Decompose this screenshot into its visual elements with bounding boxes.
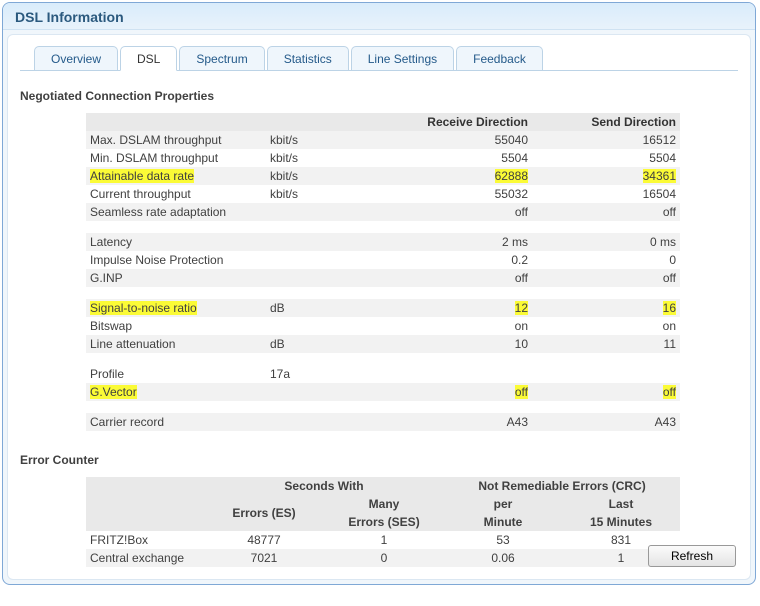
- prop-unit: dB: [266, 335, 382, 353]
- tabs-bar: OverviewDSLSpectrumStatisticsLine Settin…: [20, 45, 738, 71]
- prop-row: Signal-to-noise ratiodB1216: [86, 299, 680, 317]
- tab-feedback[interactable]: Feedback: [456, 46, 543, 70]
- prop-unit: kbit/s: [266, 185, 382, 203]
- prop-row: G.Vector offoff: [86, 383, 680, 401]
- hdr-ses2: Errors (SES): [324, 513, 444, 531]
- section-negotiated-title: Negotiated Connection Properties: [20, 89, 738, 103]
- error-counter-table: Seconds With Not Remediable Errors (CRC)…: [86, 477, 680, 567]
- prop-row: Carrier record A43A43: [86, 413, 680, 431]
- refresh-button[interactable]: Refresh: [648, 545, 736, 567]
- prop-unit: kbit/s: [266, 131, 382, 149]
- prop-send: 5504: [532, 149, 680, 167]
- prop-row: Attainable data ratekbit/s6288834361: [86, 167, 680, 185]
- prop-send: off: [532, 269, 680, 287]
- section-error-title: Error Counter: [20, 453, 738, 467]
- prop-row: Profile17a: [86, 365, 680, 383]
- prop-send: 34361: [532, 167, 680, 185]
- tab-dsl[interactable]: DSL: [120, 46, 177, 71]
- prop-label: G.Vector: [86, 383, 266, 401]
- prop-row: G.INP offoff: [86, 269, 680, 287]
- negotiated-properties-table: Receive Direction Send Direction Max. DS…: [86, 113, 680, 431]
- prop-label: Max. DSLAM throughput: [86, 131, 266, 149]
- prop-label: Latency: [86, 233, 266, 251]
- prop-row: Max. DSLAM throughputkbit/s5504016512: [86, 131, 680, 149]
- prop-recv: on: [382, 317, 532, 335]
- prop-label: Seamless rate adaptation: [86, 203, 266, 221]
- prop-recv: 55040: [382, 131, 532, 149]
- prop-send: off: [532, 203, 680, 221]
- hdr-l152: 15 Minutes: [562, 513, 680, 531]
- prop-unit: [266, 269, 382, 287]
- prop-row: Seamless rate adaptation offoff: [86, 203, 680, 221]
- prop-recv: 55032: [382, 185, 532, 203]
- prop-row: Line attenuationdB1011: [86, 335, 680, 353]
- prop-recv: off: [382, 269, 532, 287]
- tab-spectrum[interactable]: Spectrum: [179, 46, 264, 70]
- prop-unit: kbit/s: [266, 167, 382, 185]
- prop-label: Line attenuation: [86, 335, 266, 353]
- prop-row: Impulse Noise Protection 0.20: [86, 251, 680, 269]
- prop-unit: [266, 233, 382, 251]
- col-receive: Receive Direction: [382, 113, 532, 131]
- prop-recv: 5504: [382, 149, 532, 167]
- hdr-ses1: Many: [324, 495, 444, 513]
- prop-recv: 10: [382, 335, 532, 353]
- prop-unit: dB: [266, 299, 382, 317]
- prop-unit: kbit/s: [266, 149, 382, 167]
- prop-label: Current throughput: [86, 185, 266, 203]
- tab-line-settings[interactable]: Line Settings: [351, 46, 454, 70]
- prop-label: Bitswap: [86, 317, 266, 335]
- prop-recv: 0.2: [382, 251, 532, 269]
- prop-send: A43: [532, 413, 680, 431]
- prop-unit: [266, 251, 382, 269]
- hdr-nre: Not Remediable Errors (CRC): [444, 477, 680, 495]
- prop-send: 0 ms: [532, 233, 680, 251]
- prop-send: 11: [532, 335, 680, 353]
- panel-title: DSL Information: [3, 3, 755, 30]
- prop-unit: 17a: [266, 365, 382, 383]
- prop-send: 0: [532, 251, 680, 269]
- prop-send: [532, 365, 680, 383]
- prop-label: Carrier record: [86, 413, 266, 431]
- dsl-info-panel: DSL Information OverviewDSLSpectrumStati…: [2, 2, 756, 585]
- error-row: Central exchange702100.061: [86, 549, 680, 567]
- prop-send: 16512: [532, 131, 680, 149]
- prop-row: Bitswap onon: [86, 317, 680, 335]
- col-send: Send Direction: [532, 113, 680, 131]
- prop-recv: A43: [382, 413, 532, 431]
- prop-unit: [266, 413, 382, 431]
- hdr-pm2: Minute: [444, 513, 562, 531]
- prop-unit: [266, 383, 382, 401]
- prop-recv: off: [382, 203, 532, 221]
- prop-recv: off: [382, 383, 532, 401]
- error-row: FRITZ!Box48777153831: [86, 531, 680, 549]
- prop-row: Latency 2 ms0 ms: [86, 233, 680, 251]
- prop-label: Signal-to-noise ratio: [86, 299, 266, 317]
- prop-row: Min. DSLAM throughputkbit/s55045504: [86, 149, 680, 167]
- hdr-l151: Last: [562, 495, 680, 513]
- prop-recv: 2 ms: [382, 233, 532, 251]
- hdr-es: Errors (ES): [204, 495, 324, 531]
- tab-overview[interactable]: Overview: [34, 46, 118, 70]
- prop-unit: [266, 203, 382, 221]
- prop-label: Attainable data rate: [86, 167, 266, 185]
- prop-send: 16: [532, 299, 680, 317]
- prop-row: Current throughputkbit/s5503216504: [86, 185, 680, 203]
- prop-label: Min. DSLAM throughput: [86, 149, 266, 167]
- prop-recv: [382, 365, 532, 383]
- prop-recv: 12: [382, 299, 532, 317]
- prop-label: G.INP: [86, 269, 266, 287]
- hdr-seconds-with: Seconds With: [204, 477, 444, 495]
- prop-label: Profile: [86, 365, 266, 383]
- prop-send: off: [532, 383, 680, 401]
- tab-statistics[interactable]: Statistics: [267, 46, 349, 70]
- hdr-pm1: per: [444, 495, 562, 513]
- prop-unit: [266, 317, 382, 335]
- prop-recv: 62888: [382, 167, 532, 185]
- prop-send: 16504: [532, 185, 680, 203]
- prop-send: on: [532, 317, 680, 335]
- prop-label: Impulse Noise Protection: [86, 251, 266, 269]
